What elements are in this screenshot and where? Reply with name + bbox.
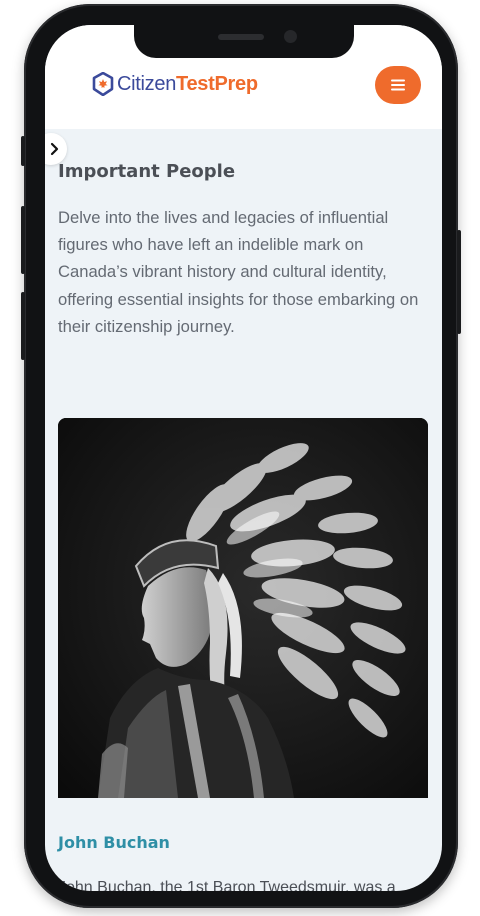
person-description: John Buchan, the 1st Baron Tweedsmuir, w… [58,879,396,891]
volume-down-button [21,292,25,360]
logo-text-citizen: Citizen [117,72,177,95]
logo-shield-icon [92,72,114,96]
portrait-image [58,418,428,798]
person-photo[interactable] [58,418,428,798]
logo-text: CitizenTestPrep [117,73,258,96]
person-name[interactable]: John Buchan [58,833,170,852]
logo[interactable]: CitizenTestPrep [92,72,258,96]
silent-switch [21,136,25,166]
speaker [218,34,264,40]
chevron-right-icon [50,142,59,156]
menu-button[interactable] [375,66,421,104]
section-title: Important People [58,161,236,182]
notch [134,25,354,58]
logo-text-testprep: TestPrep [176,72,258,95]
phone-screen: CitizenTestPrep Important People Delve i… [45,25,442,891]
volume-up-button [21,206,25,274]
front-camera [284,30,297,43]
section-description: Delve into the lives and legacies of inf… [58,208,419,336]
hamburger-icon [391,79,405,91]
power-button [457,230,461,334]
